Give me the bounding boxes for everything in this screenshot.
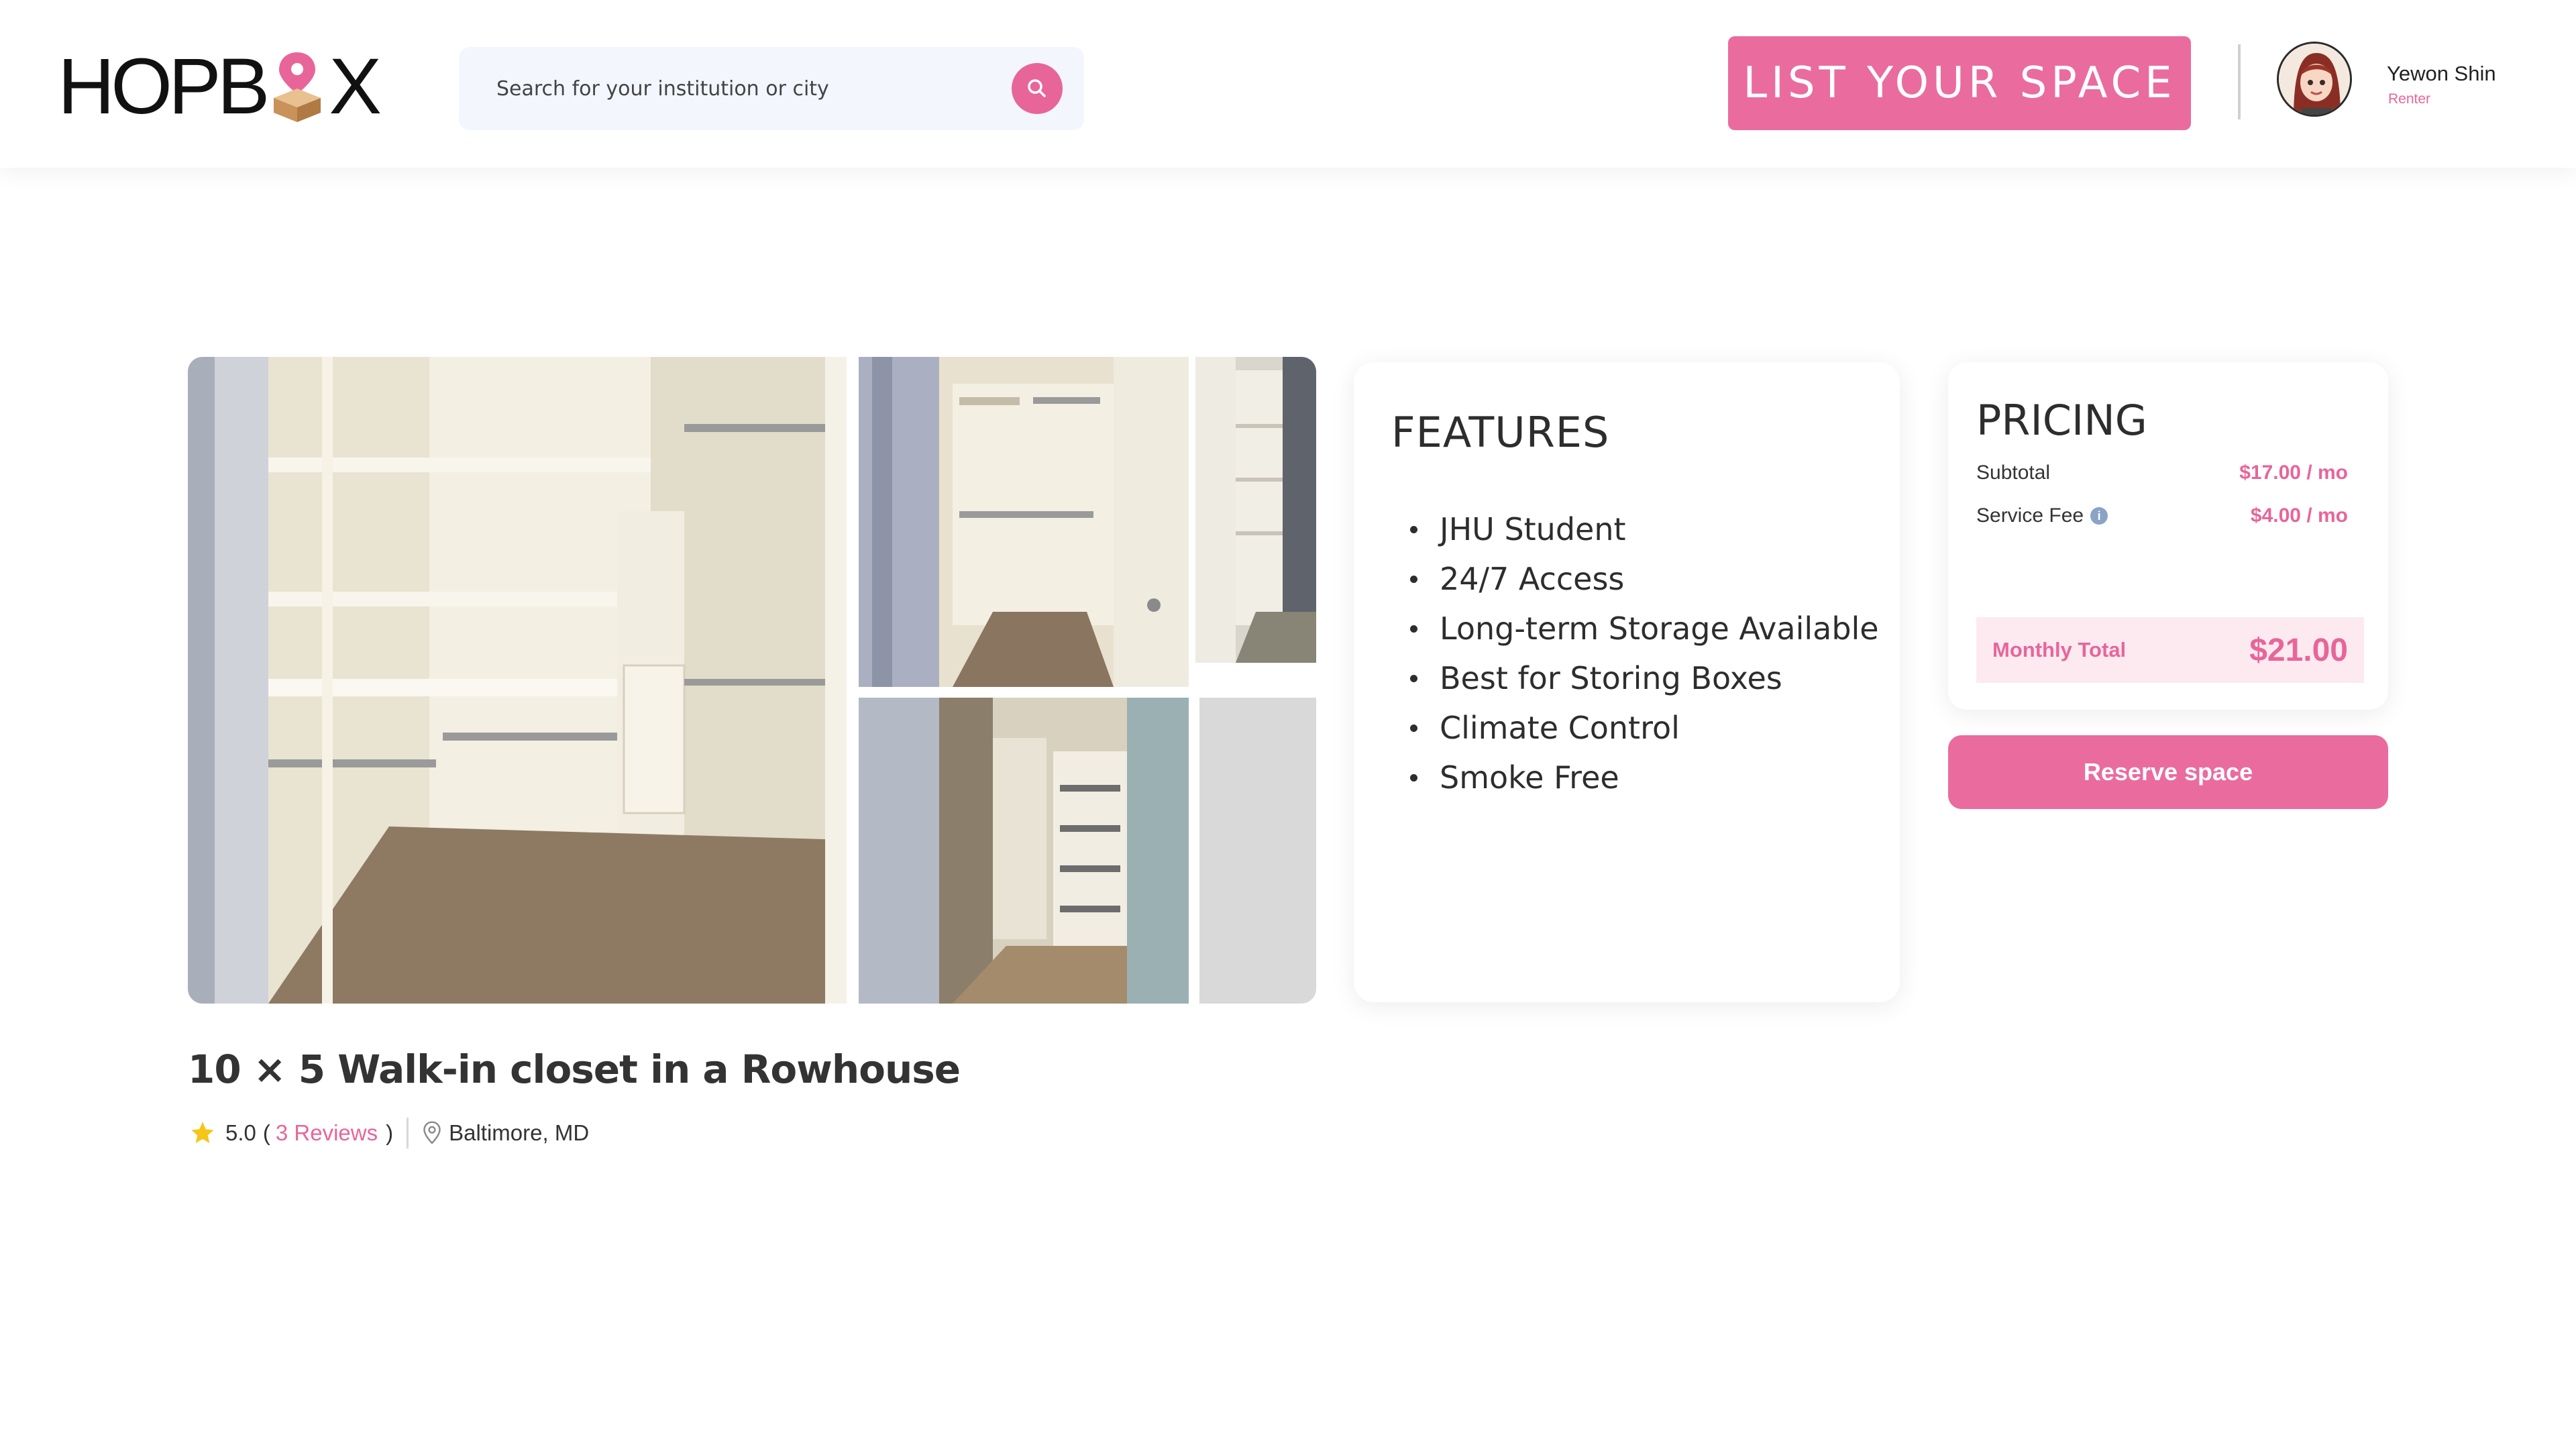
gallery-photo-4[interactable] bbox=[859, 698, 1189, 1004]
feature-item: Best for Storing Boxes bbox=[1410, 653, 1879, 703]
rating-value: 5.0 bbox=[225, 1120, 256, 1145]
star-icon bbox=[191, 1122, 214, 1143]
top-header: HOPB X Search for your institution or ci… bbox=[0, 0, 2576, 168]
feature-item: Smoke Free bbox=[1410, 753, 1879, 802]
gallery-photo-placeholder[interactable] bbox=[1199, 698, 1316, 1004]
logo-text-suffix: X bbox=[329, 42, 382, 131]
search-input[interactable]: Search for your institution or city bbox=[496, 77, 829, 101]
monthly-total-row: Monthly Total $21.00 bbox=[1976, 617, 2364, 683]
location-icon bbox=[423, 1121, 441, 1144]
features-list: JHU Student 24/7 Access Long-term Storag… bbox=[1410, 504, 1879, 802]
user-role: Renter bbox=[2388, 91, 2431, 107]
feature-item: 24/7 Access bbox=[1410, 554, 1879, 604]
photo-gallery bbox=[188, 357, 1316, 1004]
gallery-photo-main[interactable] bbox=[188, 357, 847, 1004]
subtotal-value: $17.00 / mo bbox=[2239, 462, 2348, 484]
monthly-total-value: $21.00 bbox=[2249, 632, 2348, 668]
header-divider bbox=[2238, 44, 2241, 119]
service-fee-label: Service Fee bbox=[1976, 504, 2084, 527]
listing-title: 10 × 5 Walk-in closet in a Rowhouse bbox=[188, 1046, 961, 1092]
reviews-link[interactable]: 3 Reviews bbox=[276, 1120, 378, 1146]
feature-item: Long-term Storage Available bbox=[1410, 604, 1879, 653]
list-your-space-button[interactable]: LIST YOUR SPACE bbox=[1728, 36, 2191, 130]
reviews-close-paren: ) bbox=[386, 1120, 394, 1145]
service-fee-row: Service Fee i $4.00 / mo bbox=[1976, 504, 2348, 527]
pricing-heading: PRICING bbox=[1976, 396, 2147, 445]
search-button[interactable] bbox=[1012, 63, 1063, 114]
hopbox-logo[interactable]: HOPB X bbox=[58, 42, 382, 131]
subtotal-label: Subtotal bbox=[1976, 462, 2051, 484]
features-card: FEATURES JHU Student 24/7 Access Long-te… bbox=[1354, 362, 1900, 1002]
reserve-space-button[interactable]: Reserve space bbox=[1948, 735, 2388, 809]
service-fee-value: $4.00 / mo bbox=[2250, 504, 2348, 527]
reviews-open-paren: ( bbox=[262, 1120, 270, 1145]
search-icon bbox=[1028, 79, 1046, 97]
gallery-photo-2[interactable] bbox=[859, 357, 1189, 687]
gallery-photo-3[interactable] bbox=[1195, 357, 1316, 663]
listing-location: Baltimore, MD bbox=[449, 1120, 590, 1145]
info-icon[interactable]: i bbox=[2090, 507, 2108, 525]
map-pin-icon bbox=[267, 50, 327, 123]
logo-text-prefix: HOPB bbox=[58, 42, 270, 131]
meta-divider bbox=[407, 1118, 409, 1148]
monthly-total-label: Monthly Total bbox=[1992, 638, 2127, 661]
search-bar[interactable]: Search for your institution or city bbox=[459, 47, 1084, 130]
feature-item: JHU Student bbox=[1410, 504, 1879, 554]
subtotal-row: Subtotal $17.00 / mo bbox=[1976, 462, 2348, 484]
user-name: Yewon Shin bbox=[2387, 62, 2496, 85]
listing-meta: 5.0 ( 3 Reviews ) Baltimore, MD bbox=[189, 1116, 589, 1150]
feature-item: Climate Control bbox=[1410, 703, 1879, 753]
avatar[interactable] bbox=[2277, 42, 2352, 117]
features-heading: FEATURES bbox=[1391, 408, 1610, 457]
pricing-card: PRICING Subtotal $17.00 / mo Service Fee… bbox=[1948, 362, 2388, 710]
